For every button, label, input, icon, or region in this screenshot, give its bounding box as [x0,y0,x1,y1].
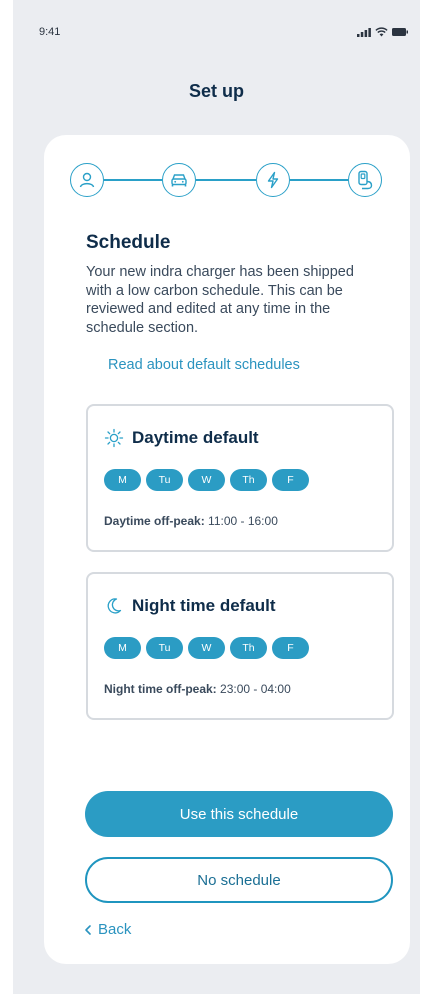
daytime-header: Daytime default [104,428,259,448]
daytime-title: Daytime default [132,428,259,447]
status-bar: 9:41 [13,0,420,64]
moon-icon [107,598,122,614]
default-schedules-link[interactable]: Read about default schedules [108,357,300,373]
section-title: Schedule [86,232,171,253]
stepper [70,163,382,197]
setup-card: Schedule Your new indra charger has been… [44,135,410,964]
nighttime-header: Night time default [104,596,276,616]
use-schedule-button[interactable]: Use this schedule [85,791,393,837]
nighttime-title: Night time default [132,596,276,615]
day-chip[interactable]: W [188,637,225,659]
nighttime-offpeak-label: Night time off-peak: [104,682,217,696]
daytime-schedule-card[interactable]: Daytime default M Tu W Th F Daytime off-… [86,404,394,552]
nighttime-days: M Tu W Th F [104,637,309,659]
car-icon [171,174,187,187]
nighttime-offpeak-value: 23:00 - 04:00 [220,682,291,696]
page-title: Set up [188,81,244,101]
step-account[interactable] [70,163,104,197]
status-time: 9:41 [39,26,61,38]
no-schedule-button[interactable]: No schedule [85,857,393,903]
step-connector [104,179,162,181]
intro-text: Your new indra charger has been shipped … [86,264,354,336]
daytime-offpeak: Daytime off-peak: 11:00 - 16:00 [104,514,278,528]
chevron-left-icon [85,924,91,935]
day-chip[interactable]: F [272,637,309,659]
status-icons [357,27,408,37]
day-chip[interactable]: Th [230,637,267,659]
charger-icon [358,170,373,190]
app-screen: 9:41 Set up Schedule Your new indra char… [13,0,420,994]
battery-icon [392,28,408,36]
daytime-days: M Tu W Th F [104,469,309,491]
daytime-offpeak-value: 11:00 - 16:00 [208,514,278,528]
signal-icon [357,27,371,37]
day-chip[interactable]: F [272,469,309,491]
daytime-offpeak-label: Daytime off-peak: [104,514,205,528]
step-connector [290,179,348,181]
step-charger[interactable] [348,163,382,197]
day-chip[interactable]: Tu [146,637,183,659]
back-link[interactable]: Back [84,921,131,938]
user-icon [79,172,95,188]
sun-icon [104,428,124,448]
nighttime-offpeak: Night time off-peak: 23:00 - 04:00 [104,682,291,696]
day-chip[interactable]: Th [230,469,267,491]
wifi-icon [375,27,388,37]
day-chip[interactable]: W [188,469,225,491]
back-label: Back [98,921,132,938]
day-chip[interactable]: M [104,637,141,659]
step-vehicle[interactable] [162,163,196,197]
step-connector [196,179,256,181]
lightning-icon [267,171,279,189]
day-chip[interactable]: M [104,469,141,491]
step-power[interactable] [256,163,290,197]
nighttime-schedule-card[interactable]: Night time default M Tu W Th F Night tim… [86,572,394,720]
day-chip[interactable]: Tu [146,469,183,491]
